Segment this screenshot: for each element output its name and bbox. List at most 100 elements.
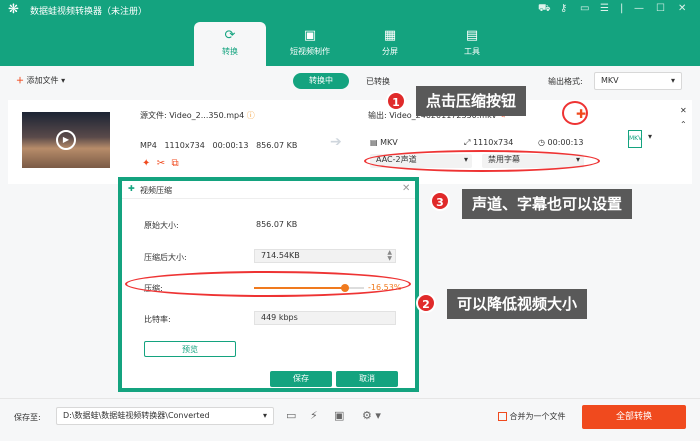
format-file-icon[interactable]: MKV (628, 130, 642, 148)
output-format-label: 输出格式: (548, 77, 583, 86)
toolbox-icon: ▤ (465, 28, 479, 43)
chevron-down-icon[interactable]: ▾ (648, 132, 652, 141)
output-format-value: MKV (601, 76, 619, 85)
menu-icon[interactable]: ☰ (600, 3, 609, 14)
tab-short-video[interactable]: ▣ 短视频制作 (274, 22, 346, 66)
source-file: 源文件: Video_2...350.mp4 ⓘ (140, 110, 255, 121)
settings-icon[interactable]: ⚙ ▾ (362, 409, 381, 422)
chevron-down-icon[interactable]: ▾ (61, 76, 65, 85)
film-icon: ▤ (370, 138, 378, 147)
callout-number-2: 2 (416, 293, 436, 313)
chat-icon[interactable]: ▭ (580, 3, 589, 14)
convert-all-button[interactable]: 全部转换 (582, 405, 686, 429)
cut-icon[interactable]: ✂ (157, 158, 165, 169)
highlight-oval-compress (562, 101, 588, 125)
clock-icon: ◷ (538, 138, 545, 147)
dialog-header: ✚ 视频压缩 ✕ (122, 181, 415, 199)
source-label: 源文件: (140, 111, 167, 120)
save-button[interactable]: 保存 (270, 371, 332, 387)
divider-icon: | (620, 3, 624, 14)
output-label: 输出: (368, 111, 387, 120)
source-duration: 00:00:13 (212, 141, 249, 150)
app-logo-icon: ❋ (8, 2, 19, 17)
effects-icon[interactable]: ✦ (142, 158, 150, 169)
tab-label: 分屏 (382, 47, 398, 56)
info-icon[interactable]: ⓘ (247, 111, 255, 120)
cancel-button[interactable]: 取消 (336, 371, 398, 387)
callout-3: 声道、字幕也可以设置 (462, 189, 633, 219)
tab-tools[interactable]: ▤ 工具 (436, 22, 508, 66)
callout-2: 可以降低视频大小 (447, 289, 588, 319)
title-bar: ❋ 数据蛙视频转换器（未注册） ⛟ ⚷ ▭ ☰ | — ☐ ✕ ⟳ 转换 ▣ 短… (0, 0, 700, 66)
tab-label: 转换 (222, 47, 238, 56)
video-thumbnail[interactable]: ▶ (22, 112, 110, 168)
app-window: ❋ 数据蛙视频转换器（未注册） ⛟ ⚷ ▭ ☰ | — ☐ ✕ ⟳ 转换 ▣ 短… (0, 0, 700, 441)
convert-icon: ⟳ (224, 28, 236, 43)
bitrate-field[interactable]: 449 kbps (254, 311, 396, 325)
arrow-icon: ➔ (330, 134, 342, 150)
bitrate-label: 比特率: (144, 315, 171, 324)
source-format: MP4 (140, 141, 157, 150)
clip-icon[interactable]: ⧉ (172, 158, 179, 169)
close-icon[interactable]: ✕ (678, 3, 686, 14)
tab-label: 短视频制作 (290, 47, 330, 56)
output-format-select[interactable]: MKV ▾ (594, 72, 682, 90)
chevron-down-icon: ▾ (262, 411, 267, 420)
merge-checkbox-item[interactable]: 合并为一个文件 (498, 411, 566, 422)
tab-split-screen[interactable]: ▦ 分屏 (354, 22, 426, 66)
dialog-title: 视频压缩 (140, 186, 172, 195)
minimize-icon[interactable]: — (634, 3, 644, 14)
output-resolution: 1110x734 (472, 138, 514, 147)
highlight-oval-compress-slider (125, 271, 411, 297)
key-icon[interactable]: ⚷ (560, 3, 567, 14)
resize-icon: ⤢ (464, 138, 471, 147)
output-format: MKV (380, 138, 398, 147)
stepper-icon[interactable]: ▲ ▼ (387, 250, 392, 262)
add-file-button[interactable]: ＋ 添加文件 ▾ (16, 75, 65, 86)
output-duration-item: ◷ 00:00:13 (538, 138, 583, 147)
source-meta: MP4 1110x734 00:00:13 856.07 KB (140, 141, 297, 150)
bitrate-value: 449 kbps (261, 313, 298, 322)
highlight-oval-audio-subtitle (364, 150, 600, 172)
plus-icon: ＋ (16, 76, 24, 85)
merge-label: 合并为一个文件 (509, 412, 566, 421)
bottom-bar: 保存至: D:\数据蛙\数据蛙视频转换器\Converted ▾ ▭ ⚡ ▣ ⚙… (0, 398, 700, 441)
preview-button[interactable]: 预览 (144, 341, 236, 357)
output-meta: ▤ MKV (370, 138, 398, 147)
compressed-size-field[interactable]: 714.54KB ▲ ▼ (254, 249, 396, 263)
tab-converted[interactable]: 已转换 (366, 76, 390, 87)
close-icon[interactable]: ✕ (402, 183, 410, 194)
save-path-select[interactable]: D:\数据蛙\数据蛙视频转换器\Converted ▾ (56, 407, 274, 425)
callout-number-1: 1 (386, 91, 406, 111)
merge-checkbox[interactable] (498, 412, 507, 421)
save-to-label: 保存至: (14, 413, 41, 422)
compress-icon: ✚ (128, 184, 135, 193)
edit-tools: ✦ ✂ ⧉ (142, 158, 179, 169)
tab-convert[interactable]: ⟳ 转换 (194, 22, 266, 66)
split-screen-icon: ▦ (383, 28, 397, 43)
tab-converting[interactable]: 转换中 (293, 73, 349, 89)
app-title: 数据蛙视频转换器（未注册） (30, 7, 148, 17)
compressed-size-value: 714.54KB (261, 251, 300, 260)
original-size-value: 856.07 KB (256, 220, 298, 229)
play-icon[interactable]: ▶ (56, 130, 76, 150)
gpu-icon[interactable]: ▣ (334, 409, 344, 422)
source-size: 856.07 KB (256, 141, 298, 150)
short-video-icon: ▣ (303, 28, 317, 43)
folder-icon[interactable]: ▭ (286, 409, 296, 422)
source-name: Video_2...350.mp4 (169, 111, 245, 120)
file-row: ▶ 源文件: Video_2...350.mp4 ⓘ MP4 1110x734 … (8, 100, 692, 184)
callout-number-3: 3 (430, 191, 450, 211)
expand-icon[interactable]: ⌃ (680, 120, 687, 129)
maximize-icon[interactable]: ☐ (656, 3, 665, 14)
cart-icon[interactable]: ⛟ (538, 3, 551, 16)
remove-icon[interactable]: ✕ (680, 106, 687, 115)
save-path-value: D:\数据蛙\数据蛙视频转换器\Converted (63, 411, 210, 420)
toolbar: ＋ 添加文件 ▾ 转换中 已转换 输出格式: MKV ▾ (0, 66, 700, 96)
add-file-label: 添加文件 (26, 76, 59, 85)
output-resolution-item: ⤢ 1110x734 (464, 138, 513, 148)
source-resolution: 1110x734 (164, 141, 205, 150)
hardware-accel-icon[interactable]: ⚡ (310, 409, 318, 422)
chevron-down-icon: ▾ (670, 76, 675, 85)
compressed-size-label: 压缩后大小: (144, 253, 187, 262)
